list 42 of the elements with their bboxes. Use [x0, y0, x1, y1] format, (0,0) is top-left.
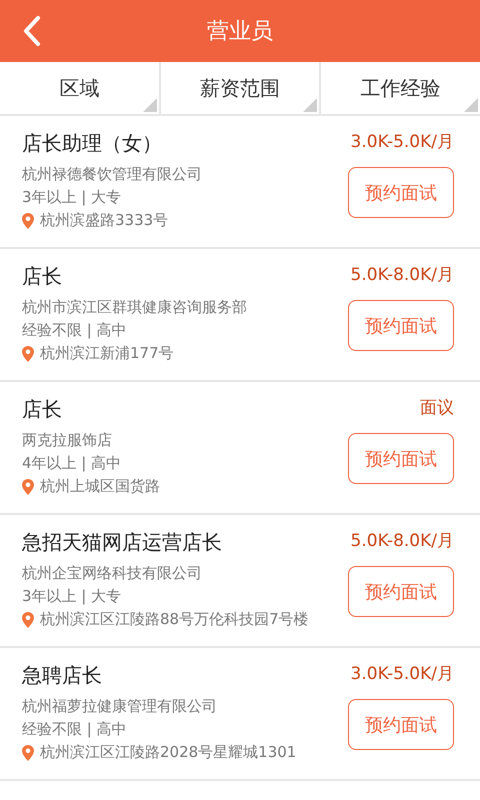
- job-address: 杭州滨江区江陵路2028号星耀城1301: [40, 743, 296, 762]
- salary: 5.0K-8.0K/月: [350, 530, 454, 552]
- book-interview-button[interactable]: 预约面试: [348, 433, 454, 484]
- corner-triangle-icon: [303, 98, 318, 112]
- book-interview-button[interactable]: 预约面试: [348, 167, 454, 218]
- job-address: 杭州上城区国货路: [40, 477, 160, 496]
- job-title: 店长: [22, 263, 63, 290]
- filter-tab[interactable]: 工作经验: [321, 62, 480, 114]
- job-requirements: 经验不限 | 高中: [22, 321, 128, 340]
- company-name: 杭州企宝网络科技有限公司: [22, 564, 203, 583]
- job-address: 杭州滨江区江陵路88号万伦科技园7号楼: [40, 610, 309, 629]
- job-title: 店长助理（女）: [22, 130, 163, 157]
- job-requirements: 4年以上 | 高中: [22, 454, 122, 473]
- location-pin-icon: [22, 346, 34, 362]
- job-requirements: 经验不限 | 高中: [22, 720, 128, 739]
- job-address: 杭州滨盛路3333号: [40, 211, 168, 230]
- book-interview-button[interactable]: 预约面试: [348, 300, 454, 351]
- book-interview-button[interactable]: 预约面试: [348, 566, 454, 617]
- company-name: 两克拉服饰店: [22, 431, 113, 450]
- company-name: 杭州禄德餐饮管理有限公司: [22, 165, 202, 184]
- salary: 面议: [420, 397, 454, 419]
- filter-tab[interactable]: 区域: [0, 62, 159, 114]
- job-title: 急聘店长: [22, 662, 103, 689]
- book-interview-button[interactable]: 预约面试: [348, 699, 454, 750]
- corner-triangle-icon: [464, 98, 478, 112]
- job-requirements: 3年以上 | 大专: [22, 188, 122, 207]
- salary: 5.0K-8.0K/月: [350, 264, 454, 286]
- company-name: 杭州市滨江区群琪健康咨询服务部: [22, 298, 247, 317]
- location-pin-icon: [22, 612, 34, 628]
- salary: 3.0K-5.0K/月: [350, 131, 454, 153]
- job-address: 杭州滨江新浦177号: [40, 344, 174, 363]
- filter-tab[interactable]: 薪资范围: [160, 62, 320, 114]
- location-pin-icon: [22, 478, 34, 494]
- salary: 3.0K-5.0K/月: [350, 663, 454, 685]
- job-title: 店长: [22, 396, 63, 423]
- job-title: 急招天猫网店运营店长: [22, 529, 223, 556]
- company-name: 杭州福萝拉健康管理有限公司: [22, 697, 218, 716]
- page-title: 营业员: [207, 18, 273, 46]
- location-pin-icon: [22, 212, 34, 228]
- job-requirements: 3年以上 | 大专: [22, 587, 122, 606]
- location-pin-icon: [22, 744, 34, 760]
- corner-triangle-icon: [142, 98, 157, 112]
